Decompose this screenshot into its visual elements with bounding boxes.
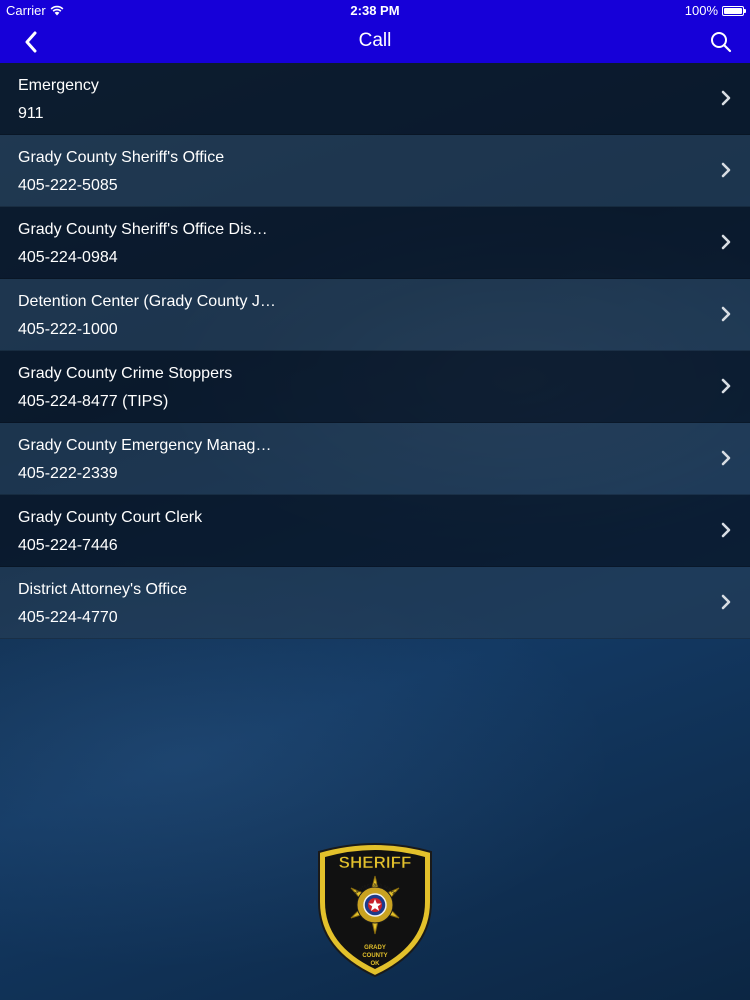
chevron-right-icon	[721, 594, 731, 610]
contact-phone: 405-222-2339	[18, 465, 118, 482]
contact-row-sheriffs-office[interactable]: Grady County Sheriff's Office 405-222-50…	[0, 135, 750, 207]
chevron-right-icon	[721, 450, 731, 466]
contact-name: Grady County Emergency Manag…	[18, 437, 272, 454]
battery-icon	[722, 5, 746, 16]
badge-bottom-line-3: OK	[371, 961, 381, 967]
contact-row-detention-center[interactable]: Detention Center (Grady County J… 405-22…	[0, 279, 750, 351]
contact-phone: 405-224-7446	[18, 537, 118, 554]
contact-name: District Attorney's Office	[18, 581, 188, 598]
badge-bottom-line-1: GRADY	[364, 945, 386, 951]
chevron-right-icon	[721, 90, 731, 106]
battery-indicator: 100%	[684, 3, 746, 18]
contact-row-crime-stoppers[interactable]: Grady County Crime Stoppers 405-224-8477…	[0, 351, 750, 423]
contact-phone: 405-224-0984	[18, 249, 118, 266]
contact-row-emergency-management[interactable]: Grady County Emergency Manag… 405-222-23…	[0, 423, 750, 495]
contact-row-emergency[interactable]: Emergency 911	[0, 63, 750, 135]
contact-phone: 405-222-5085	[18, 177, 118, 194]
contact-phone: 405-222-1000	[18, 321, 118, 338]
search-icon	[711, 32, 732, 53]
contact-phone: 911	[18, 105, 44, 122]
page-title: Call	[358, 30, 392, 51]
contact-name: Emergency	[18, 77, 99, 94]
badge-bottom-line-2: COUNTY	[362, 953, 387, 959]
contact-phone: 405-224-8477 (TIPS)	[18, 393, 169, 410]
badge-top-text: SHERIFF	[339, 853, 412, 872]
battery-percent: 100%	[684, 3, 718, 18]
contact-name: Grady County Sheriff's Office Dis…	[18, 221, 268, 238]
sheriff-badge-logo: SHERIFF PROTECT AND SERVE GRADY COUNTY O…	[318, 843, 432, 978]
status-time: 2:38 PM	[350, 3, 400, 18]
contact-list: Emergency 911 Grady County Sheriff's Off…	[0, 63, 750, 639]
status-bar: Carrier 2:38 PM 100%	[0, 0, 750, 22]
contact-name: Grady County Court Clerk	[18, 509, 203, 526]
chevron-right-icon	[721, 306, 731, 322]
contact-name: Grady County Sheriff's Office	[18, 149, 225, 166]
chevron-right-icon	[721, 162, 731, 178]
chevron-right-icon	[721, 522, 731, 538]
chevron-right-icon	[721, 378, 731, 394]
contact-row-district-attorney[interactable]: District Attorney's Office 405-224-4770	[0, 567, 750, 639]
chevron-right-icon	[721, 234, 731, 250]
contact-phone: 405-224-4770	[18, 609, 118, 626]
contact-name: Detention Center (Grady County J…	[18, 293, 276, 310]
contact-row-court-clerk[interactable]: Grady County Court Clerk 405-224-7446	[0, 495, 750, 567]
battery-level-fill	[724, 7, 742, 14]
contact-row-sheriffs-dispatch[interactable]: Grady County Sheriff's Office Dis… 405-2…	[0, 207, 750, 279]
search-button[interactable]	[704, 26, 738, 58]
navigation-bar: Call	[0, 22, 750, 63]
contact-name: Grady County Crime Stoppers	[18, 365, 233, 382]
